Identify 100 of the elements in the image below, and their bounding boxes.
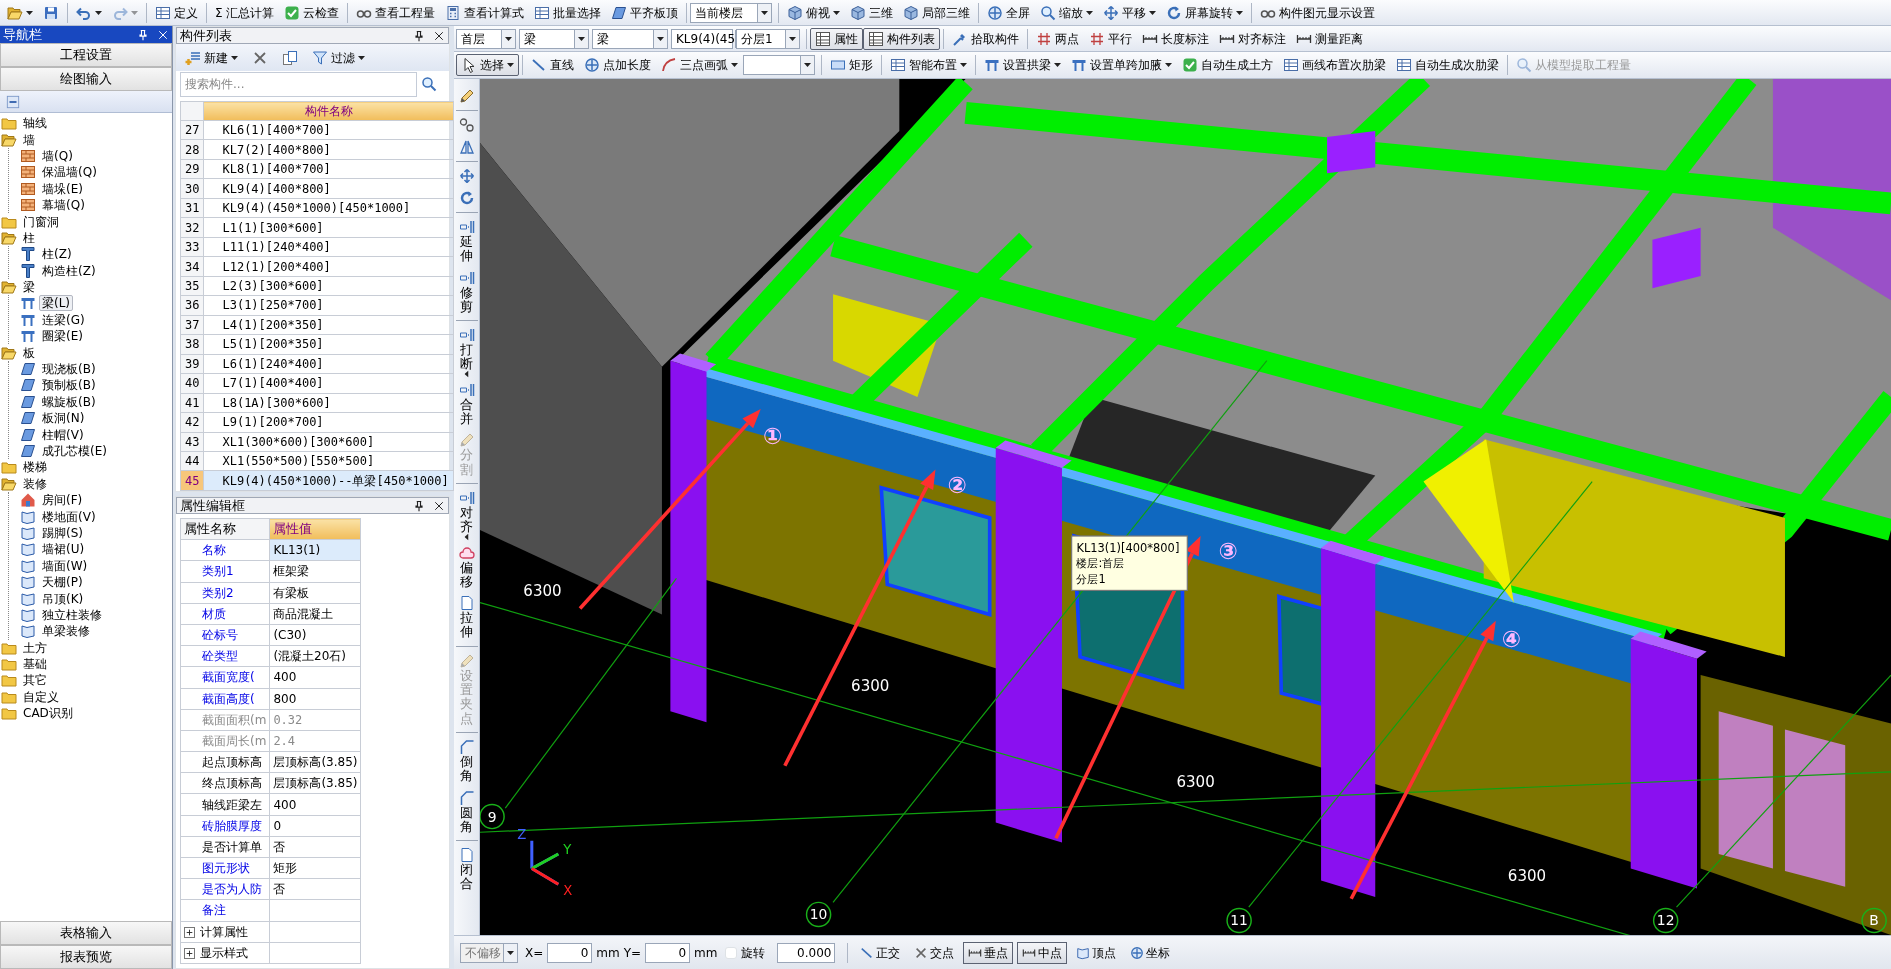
toolbar-button[interactable]: 俯视 [782, 1, 846, 24]
tree-item[interactable]: 独立柱装修 [39, 606, 105, 623]
snap-button[interactable]: 坐标 [1125, 941, 1176, 964]
tool-button[interactable]: 合并 [454, 378, 479, 430]
dropdown[interactable]: 当前楼层 [690, 2, 773, 23]
tree-item[interactable]: 连梁(G) [39, 311, 88, 328]
tool-button[interactable]: 打断 [454, 324, 479, 379]
property-value[interactable]: (混凝土20石) [269, 645, 361, 667]
toolbar-button[interactable]: 设置单跨加腋 [1066, 54, 1177, 76]
property-value[interactable]: 有梁板 [269, 582, 361, 604]
tree-item[interactable]: 单梁装修 [39, 623, 93, 640]
tree-item[interactable]: 成孔芯模(E) [39, 443, 110, 459]
offset-dropdown[interactable]: 不偏移 [460, 942, 518, 963]
toolbar-button[interactable]: 三维 [845, 1, 899, 24]
tool-button[interactable]: 倒角 [454, 735, 479, 787]
nav-button[interactable]: 表格输入 [0, 921, 172, 945]
tree-item[interactable]: 墙垛(E) [39, 180, 86, 197]
snap-button[interactable]: 顶点 [1071, 941, 1122, 964]
column-header[interactable]: 构件名称 [203, 101, 454, 121]
property-value[interactable]: 800 [269, 688, 361, 710]
tree-item[interactable]: 墙 [20, 131, 38, 148]
property-value[interactable]: 2.4 [269, 730, 361, 752]
toolbar-button[interactable]: 矩形 [825, 54, 878, 76]
toolbar-button[interactable]: 三点画弧 [656, 54, 743, 76]
toolbar-button[interactable]: 测量距离 [1291, 27, 1368, 50]
property-value[interactable]: 否 [269, 836, 361, 858]
tree-item[interactable]: 柱帽(V) [39, 426, 87, 443]
toolbar-button[interactable]: 平移 [1098, 1, 1162, 24]
tree-item[interactable]: 吊顶(K) [39, 590, 87, 607]
component-name[interactable]: L3(1)[250*700] [203, 295, 454, 316]
dropdown[interactable]: 首层 [456, 28, 516, 49]
tool-button[interactable]: 延伸 [454, 216, 479, 267]
property-value[interactable]: 商品混凝土 [269, 603, 361, 625]
toolbar-button[interactable]: 两点 [1031, 27, 1084, 50]
tree-item[interactable]: 楼地面(V) [39, 508, 99, 525]
component-name[interactable]: KL6(1)[400*700] [203, 120, 454, 140]
tool-button[interactable]: 圆角 [454, 786, 479, 838]
tree-item[interactable]: 墙(Q) [39, 147, 76, 164]
tool-button[interactable]: 修剪 [454, 266, 479, 318]
toolbar-button[interactable]: 定义 [150, 1, 203, 24]
component-name[interactable]: L1(1)[300*600] [203, 217, 454, 238]
tree-item[interactable]: 幕墙(Q) [39, 197, 88, 214]
toolbar-button[interactable]: 局部三维 [898, 1, 976, 24]
nav-button[interactable]: 工程设置 [0, 43, 172, 67]
property-value[interactable]: 框架梁 [269, 560, 361, 583]
component-name[interactable]: L11(1)[240*400] [203, 237, 454, 257]
tree-item[interactable]: 现浇板(B) [39, 361, 99, 378]
property-value[interactable]: 0.32 [269, 709, 361, 731]
component-name[interactable]: XL1(550*500)[550*500] [203, 451, 454, 471]
tree-item[interactable]: 墙裙(U) [39, 541, 88, 558]
toolbar-button[interactable]: 屏幕旋转 [1161, 1, 1249, 24]
toolbar-button[interactable]: 自动生成次肋梁 [1391, 54, 1504, 76]
dropdown[interactable]: KL9(4)(45 [671, 28, 733, 49]
property-value[interactable]: 0 [269, 815, 361, 837]
tool-button[interactable]: 拉伸 [454, 592, 479, 643]
property-value[interactable]: 矩形 [269, 857, 361, 879]
tree-item[interactable]: 轴线 [20, 115, 50, 132]
search-field[interactable]: 搜索构件... [180, 71, 417, 97]
expand-toggle[interactable] [184, 947, 195, 959]
y-field[interactable]: 0 [645, 942, 691, 963]
tool-button[interactable]: 闭合 [454, 844, 479, 895]
toolbar-button[interactable]: 过滤 [307, 46, 370, 69]
snap-button[interactable]: 中点 [1017, 941, 1068, 964]
tree-item[interactable]: CAD识别 [20, 705, 76, 722]
tree-item[interactable]: 螺旋板(B) [39, 393, 99, 410]
component-name[interactable]: L2(3)[300*600] [203, 276, 454, 296]
toolbar-button[interactable]: 查看工程量 [351, 1, 441, 24]
component-name[interactable]: L5(1)[200*350] [203, 334, 454, 355]
snap-button[interactable]: 交点 [909, 941, 960, 964]
tool-button[interactable]: 偏移 [454, 541, 479, 593]
tree-item[interactable]: 门窗洞 [20, 213, 62, 230]
toolbar-button[interactable]: 批量选择 [529, 1, 607, 24]
component-name[interactable]: L7(1)[400*400] [203, 373, 454, 394]
tree-item[interactable]: 保温墙(Q) [39, 164, 100, 181]
tree-item[interactable]: 土方 [20, 639, 50, 656]
tree-item[interactable]: 圈梁(E) [39, 328, 86, 345]
expand-toggle[interactable] [184, 926, 195, 938]
component-name[interactable]: XL1(300*600)[300*600] [203, 432, 454, 452]
tree-item[interactable]: 预制板(B) [39, 377, 99, 394]
dropdown[interactable]: 分层1 [736, 28, 800, 49]
toolbar-button[interactable]: 长度标注 [1137, 27, 1214, 50]
toolbar-button[interactable]: 直线 [526, 54, 579, 76]
tree-item[interactable]: 踢脚(S) [39, 524, 86, 541]
tree-item[interactable]: 基础 [20, 656, 50, 673]
property-value[interactable]: (C30) [269, 624, 361, 646]
toolbar-button[interactable]: 对齐标注 [1214, 27, 1291, 50]
dropdown[interactable] [743, 55, 815, 75]
tree-item[interactable]: 楼梯 [20, 459, 50, 476]
toolbar-button[interactable]: 自动生成土方 [1177, 54, 1278, 76]
component-name[interactable]: L4(1)[200*350] [203, 315, 454, 335]
component-name[interactable]: KL8(1)[400*700] [203, 159, 454, 179]
toolbar-button[interactable]: 构件列表 [863, 27, 940, 50]
toolbar-button[interactable]: 拾取构件 [947, 27, 1024, 50]
toolbar-button[interactable]: 缩放 [1035, 1, 1099, 24]
component-name[interactable]: L8(1A)[300*600] [203, 393, 454, 413]
toolbar-button[interactable]: 选择 [456, 54, 519, 76]
tree-item[interactable]: 柱 [20, 229, 38, 246]
toolbar-button[interactable]: 新建 [180, 46, 243, 69]
tree-item[interactable]: 梁 [20, 279, 38, 296]
component-name[interactable]: L6(1)[240*400] [203, 354, 454, 374]
